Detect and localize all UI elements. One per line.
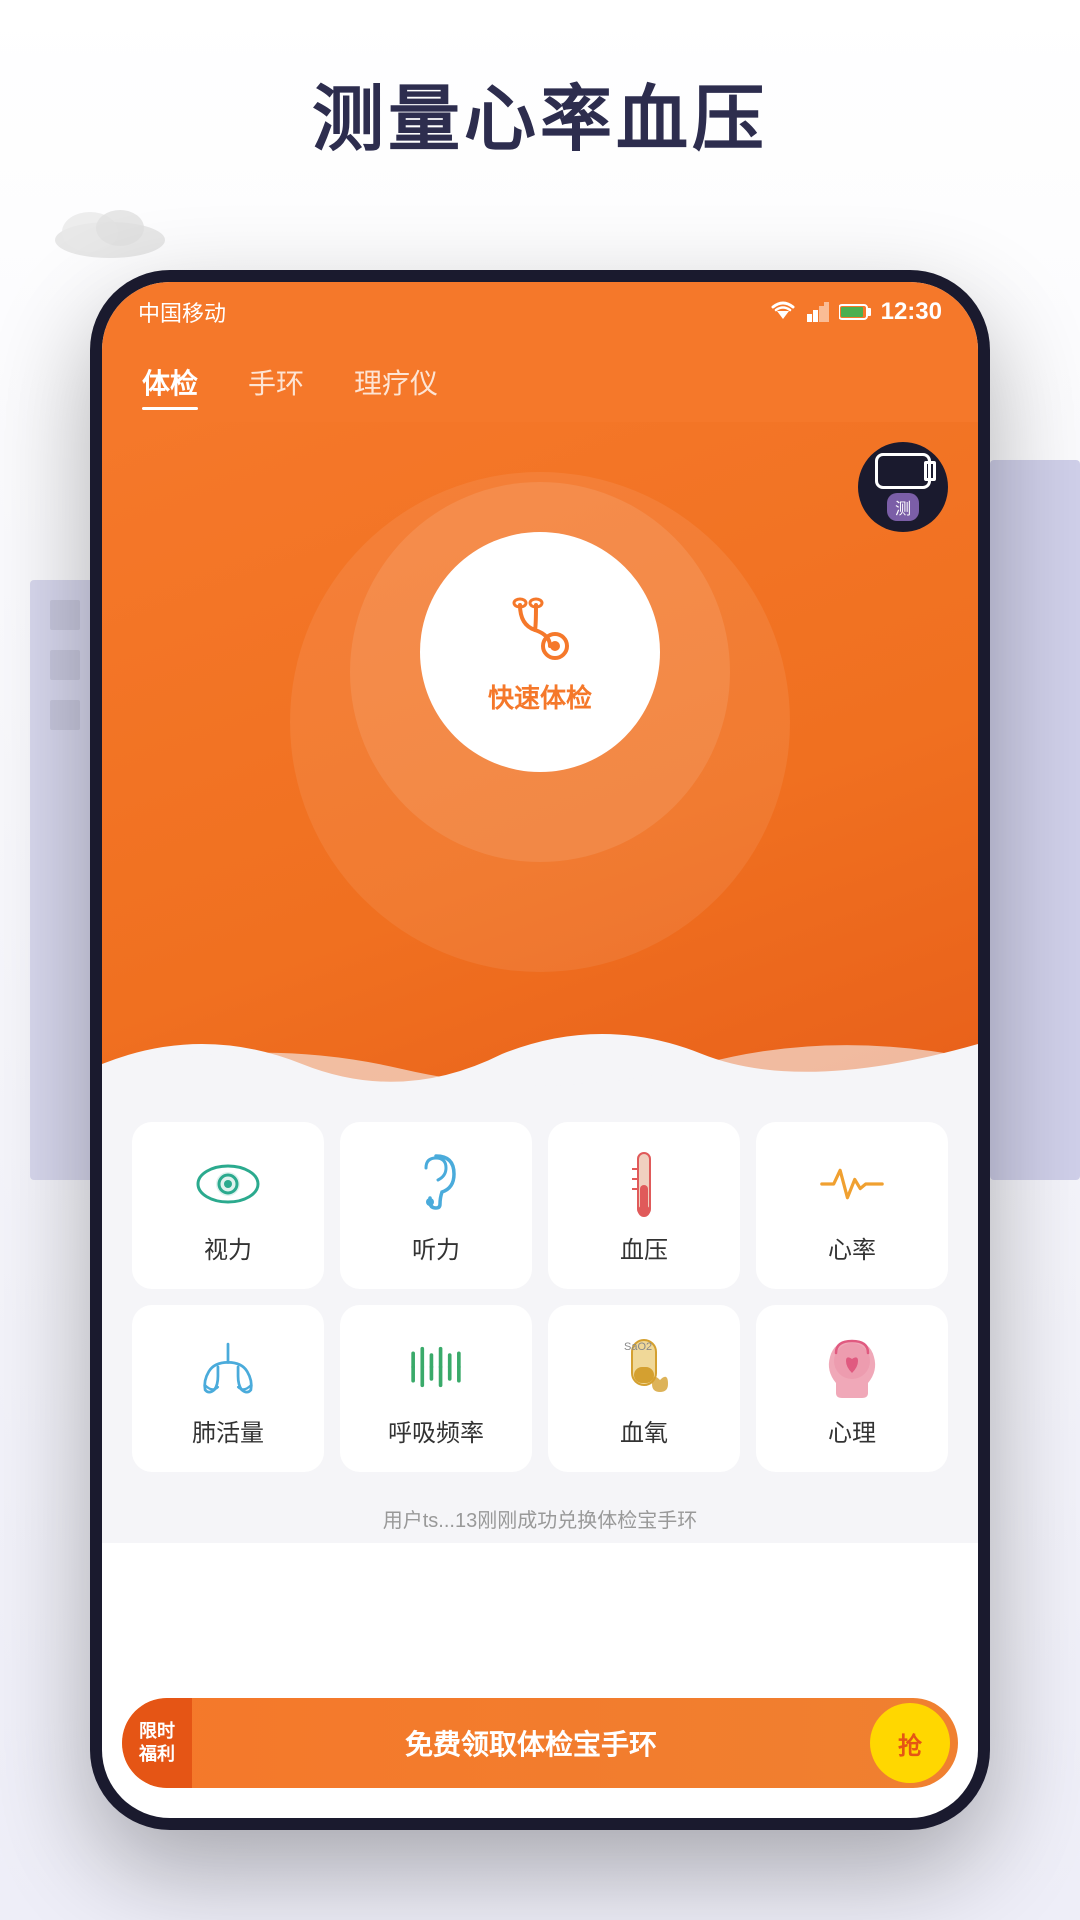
- mental-icon: [820, 1335, 884, 1399]
- blood-oxygen-icon: SaO2: [612, 1335, 676, 1399]
- heartrate-label: 心率: [828, 1230, 876, 1265]
- center-button-label: 快速体检: [488, 678, 592, 715]
- nav-tabs: 体检 手环 理疗仪: [102, 342, 978, 422]
- battery-icon: [839, 303, 871, 321]
- wifi-icon: [769, 301, 797, 323]
- bp-label: 血压: [620, 1230, 668, 1265]
- lung-item[interactable]: 肺活量: [132, 1305, 324, 1472]
- blood-oxygen-label: 血氧: [620, 1413, 668, 1448]
- bp-icon: [612, 1152, 676, 1216]
- vision-icon: [196, 1152, 260, 1216]
- breath-item[interactable]: 呼吸频率: [340, 1305, 532, 1472]
- vision-label: 视力: [204, 1230, 252, 1265]
- hearing-label: 听力: [412, 1230, 460, 1265]
- device-badge-label: 测: [887, 493, 919, 521]
- svg-text:SaO2: SaO2: [624, 1341, 652, 1353]
- breath-icon: [404, 1335, 468, 1399]
- wave-decoration: [102, 1004, 978, 1104]
- bp-item[interactable]: 血压: [548, 1122, 740, 1289]
- grid-row-1: 视力 听力: [132, 1122, 948, 1289]
- device-badge[interactable]: 测: [858, 442, 948, 532]
- banner-text: 免费领取体检宝手环: [192, 1723, 870, 1763]
- quick-exam-button[interactable]: 快速体检: [420, 532, 660, 772]
- status-time: 12:30: [881, 298, 942, 326]
- lung-icon: [196, 1335, 260, 1399]
- hearing-icon: [404, 1152, 468, 1216]
- phone-frame: 中国移动: [90, 270, 990, 1830]
- grid-row-2: 肺活量: [132, 1305, 948, 1472]
- health-grid: 视力 听力: [102, 1102, 978, 1543]
- phone-screen: 中国移动: [102, 282, 978, 1818]
- scroll-text: 用户ts...13刚刚成功兑换体检宝手环: [132, 1488, 948, 1543]
- signal-icon: [807, 302, 829, 322]
- orange-area: 测 快速体检: [102, 422, 978, 1102]
- breath-label: 呼吸频率: [388, 1413, 484, 1448]
- carrier-text: 中国移动: [138, 296, 226, 328]
- bottom-banner[interactable]: 限时 福利 免费领取体检宝手环 抢: [122, 1698, 958, 1788]
- banner-grab-button[interactable]: 抢: [870, 1703, 950, 1783]
- tab-tiyian[interactable]: 体检: [142, 362, 198, 410]
- mental-label: 心理: [828, 1413, 876, 1448]
- hearing-item[interactable]: 听力: [340, 1122, 532, 1289]
- status-icons: 12:30: [769, 298, 942, 326]
- heartrate-item[interactable]: 心率: [756, 1122, 948, 1289]
- device-icon: [875, 453, 931, 489]
- stethoscope-icon: [500, 590, 580, 670]
- banner-tag: 限时 福利: [122, 1698, 192, 1788]
- mental-item[interactable]: 心理: [756, 1305, 948, 1472]
- status-bar: 中国移动: [102, 282, 978, 342]
- tab-liiaoyiyi[interactable]: 理疗仪: [354, 362, 438, 410]
- lung-label: 肺活量: [192, 1413, 264, 1448]
- cloud-decoration: [50, 200, 170, 260]
- vision-item[interactable]: 视力: [132, 1122, 324, 1289]
- blood-oxygen-item[interactable]: SaO2 血氧: [548, 1305, 740, 1472]
- page-title: 测量心率血压: [0, 60, 1080, 165]
- heartrate-icon: [820, 1152, 884, 1216]
- tab-shuhuan[interactable]: 手环: [248, 362, 304, 410]
